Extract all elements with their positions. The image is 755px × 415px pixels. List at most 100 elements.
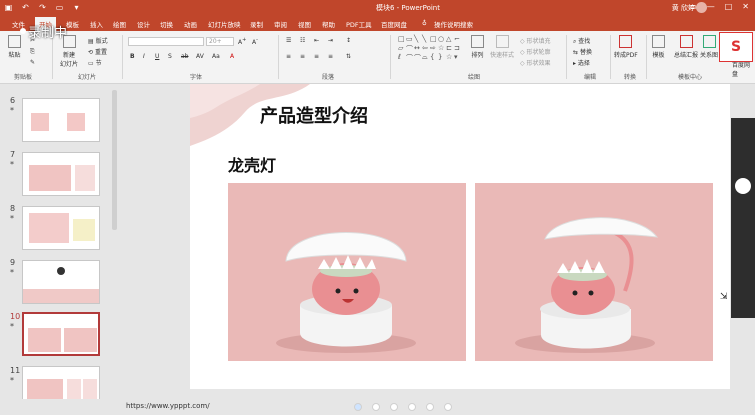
tab-transitions[interactable]: 切换 (160, 19, 173, 29)
tab-view[interactable]: 视图 (298, 19, 311, 29)
char-spacing-button[interactable]: AV (196, 53, 204, 60)
page-dot[interactable] (408, 403, 416, 411)
replace-button[interactable]: ⇆ 替换 (573, 47, 592, 56)
thumb-star: * (10, 160, 14, 169)
save-icon[interactable]: ▣ (4, 3, 13, 12)
select-button[interactable]: ▸ 选择 (573, 58, 590, 67)
summary-report-button[interactable]: 总结汇报 (674, 35, 698, 59)
section-button[interactable]: ▭ 节 (88, 58, 102, 67)
change-case-button[interactable]: Aa (212, 53, 220, 60)
shape-effects-button[interactable]: ◇ 形状效果 (520, 58, 551, 67)
thumbnail-scrollbar[interactable] (112, 90, 117, 230)
tab-pdf-tools[interactable]: PDF工具 (346, 19, 372, 29)
template-button[interactable]: 模板 (652, 35, 665, 59)
lightbulb-icon: ♁ (422, 19, 427, 27)
slide-subtitle[interactable]: 龙壳灯 (228, 152, 276, 176)
divider (278, 35, 279, 79)
tab-slideshow[interactable]: 幻灯片放映 (208, 19, 241, 29)
copy-icon[interactable]: ⎘ (30, 48, 35, 56)
current-slide[interactable]: 产品造型介绍 龙壳灯 (190, 84, 730, 389)
editing-group-label: 编辑 (584, 74, 597, 81)
tell-me-search[interactable]: 操作说明搜索 (434, 19, 473, 29)
outdent-icon[interactable]: ⇥ (328, 37, 333, 44)
tab-template[interactable]: 模板 (66, 19, 79, 29)
bullets-icon[interactable]: ☰ (286, 37, 291, 44)
product-photo-side[interactable] (475, 183, 713, 361)
shrink-font-icon[interactable]: A- (252, 37, 258, 46)
thumb-star: * (10, 376, 14, 385)
present-icon[interactable]: ▭ (55, 3, 64, 12)
thumb-number: 9 (10, 258, 16, 267)
strikethrough-button[interactable]: ab (181, 53, 189, 60)
thumb-star: * (10, 106, 14, 115)
slide-thumbnail-9[interactable] (22, 260, 100, 304)
bold-button[interactable]: B (130, 53, 135, 60)
microphone-icon[interactable] (735, 178, 751, 194)
align-right-icon[interactable]: ≡ (314, 53, 319, 60)
font-size-combo[interactable]: 20+ (206, 37, 234, 46)
shape-outline-button[interactable]: ◇ 形状轮廓 (520, 47, 551, 56)
text-direction-icon[interactable]: ⇅ (346, 53, 351, 60)
shape-fill-button[interactable]: ◇ 形状填充 (520, 36, 551, 45)
underline-button[interactable]: U (155, 53, 159, 60)
grow-font-icon[interactable]: A+ (238, 37, 246, 46)
tab-help[interactable]: 帮助 (322, 19, 335, 29)
justify-icon[interactable]: ≡ (328, 53, 333, 60)
maximize-icon[interactable]: □ (725, 2, 733, 11)
relations-chart-button[interactable]: 关系图 (700, 35, 718, 59)
layout-button[interactable]: ▤ 版式 (88, 36, 108, 45)
font-name-combo[interactable] (128, 37, 204, 46)
slide-thumbnail-6[interactable] (22, 98, 100, 142)
minimize-icon[interactable]: — (707, 2, 715, 11)
arrange-button[interactable]: 排列 (471, 35, 484, 59)
relations-icon (702, 35, 716, 48)
italic-button[interactable]: I (143, 53, 145, 60)
tab-record[interactable]: 录制 (250, 19, 263, 29)
page-dot[interactable] (372, 403, 380, 411)
clipboard-icon (8, 35, 21, 48)
tab-review[interactable]: 审阅 (274, 19, 287, 29)
redo-icon[interactable]: ↷ (38, 3, 47, 12)
app-logo-icon[interactable]: S (719, 32, 753, 62)
thumb-number: 8 (10, 204, 16, 213)
undo-icon[interactable]: ↶ (21, 3, 30, 12)
slide-title[interactable]: 产品造型介绍 (260, 102, 368, 128)
font-color-button[interactable]: A (230, 53, 234, 60)
customize-icon[interactable]: ▾ (72, 3, 81, 12)
page-dot[interactable] (390, 403, 398, 411)
pdf-icon (619, 35, 633, 48)
thumb-number: 7 (10, 150, 16, 159)
slide-thumbnail-7[interactable] (22, 152, 100, 196)
title-bar: ▣ ↶ ↷ ▭ ▾ 模块6 - PowerPoint 黄 欣婷 ▭ — □ ✕ (0, 0, 755, 16)
slide-thumbnail-10[interactable] (22, 312, 100, 356)
document-title: 模块6 - PowerPoint (376, 4, 440, 12)
find-button[interactable]: ⌕ 查找 (573, 36, 590, 46)
line-spacing-icon[interactable]: ↕ (346, 37, 351, 44)
align-center-icon[interactable]: ≡ (300, 53, 305, 60)
page-dot[interactable] (444, 403, 452, 411)
tab-design[interactable]: 设计 (137, 19, 150, 29)
slide-thumbnail-8[interactable] (22, 206, 100, 250)
convert-pdf-button[interactable]: 转成PDF (614, 35, 638, 59)
tab-draw[interactable]: 绘图 (113, 19, 126, 29)
shapes-gallery[interactable]: □ ▭ ╲ ╲ □ ○ △ ⌐ ▱ ⌒ ↔ ⇦ ⇨ ☆ ⊏ ⊐ ℓ ⌒ ⌒ ⌓{} ☆ ▾ (398, 35, 462, 71)
product-photo-front[interactable] (228, 183, 466, 361)
shadow-button[interactable]: S (168, 53, 172, 60)
quick-styles-button[interactable]: 快速样式 (490, 35, 514, 59)
page-dot[interactable] (426, 403, 434, 411)
slide-thumbnail-pane: 6 * 7 * 8 * 9 * 10 * 11 * (0, 84, 118, 410)
template-icon (652, 35, 665, 48)
tab-insert[interactable]: 插入 (90, 19, 103, 29)
numbering-icon[interactable]: ☷ (300, 37, 305, 44)
ribbon-display-icon[interactable]: ▭ (689, 2, 697, 11)
paste-button[interactable]: 粘贴 (8, 35, 21, 59)
tab-baidu-netdisk[interactable]: 百度网盘 (381, 19, 407, 29)
format-painter-icon[interactable]: ✎ (30, 59, 35, 66)
align-left-icon[interactable]: ≡ (286, 53, 291, 60)
lamp-illustration (515, 217, 659, 353)
indent-icon[interactable]: ⇤ (314, 37, 319, 44)
tab-animations[interactable]: 动画 (184, 19, 197, 29)
close-icon[interactable]: ✕ (742, 2, 749, 11)
reset-button[interactable]: ⟲ 重置 (88, 47, 107, 56)
page-dot[interactable] (354, 403, 362, 411)
